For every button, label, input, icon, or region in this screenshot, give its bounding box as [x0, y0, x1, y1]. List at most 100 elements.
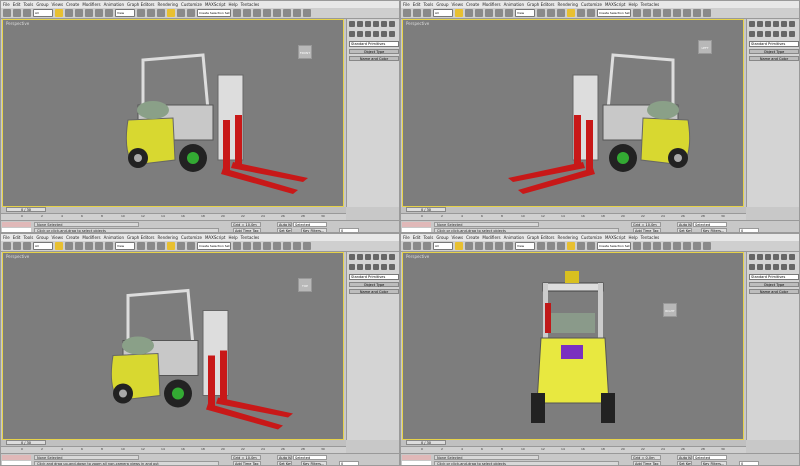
menu-modifiers[interactable]: Modifiers [482, 234, 500, 241]
toolbar-tool-icon[interactable] [187, 242, 195, 250]
menu-customize[interactable]: Customize [181, 234, 202, 241]
menu-help[interactable]: Help [628, 1, 637, 8]
command-tab-icon[interactable] [373, 21, 379, 27]
perspective-viewport[interactable]: Perspective FRONT [2, 19, 344, 207]
toolbar-tool-icon[interactable] [243, 242, 251, 250]
toolbar-tool-icon[interactable] [137, 9, 145, 17]
reference-coordinate-dropdown[interactable]: View [515, 9, 535, 17]
menu-group[interactable]: Group [436, 1, 448, 8]
command-tab-icon[interactable] [389, 254, 395, 260]
object-type-rollout[interactable]: Object Type [349, 282, 399, 287]
command-tab-icon[interactable] [357, 254, 363, 260]
menu-maxscript[interactable]: MAXScript [205, 234, 226, 241]
toolbar-tool-icon[interactable] [587, 242, 595, 250]
viewport-label[interactable]: Perspective [6, 254, 29, 259]
command-tab-icon[interactable] [349, 31, 355, 37]
toolbar-tool-icon[interactable] [283, 242, 291, 250]
menu-create[interactable]: Create [66, 234, 79, 241]
toolbar-tool-icon[interactable] [455, 242, 463, 250]
menu-graph-editors[interactable]: Graph Editors [527, 1, 554, 8]
toolbar-tool-icon[interactable] [653, 9, 661, 17]
toolbar-tool-icon[interactable] [537, 9, 545, 17]
primitive-type-dropdown[interactable]: Standard Primitives [749, 274, 799, 280]
command-tab-icon[interactable] [773, 254, 779, 260]
toolbar-tool-icon[interactable] [65, 242, 73, 250]
primitive-type-dropdown[interactable]: Standard Primitives [349, 274, 399, 280]
menu-create[interactable]: Create [66, 1, 79, 8]
command-tab-icon[interactable] [781, 31, 787, 37]
time-slider[interactable]: 0 / 30 [406, 440, 446, 445]
selection-filter-dropdown[interactable]: All [433, 242, 453, 250]
name-and-color-rollout[interactable]: Name and Color [749, 289, 799, 294]
toolbar-tool-icon[interactable] [495, 242, 503, 250]
command-tab-icon[interactable] [389, 31, 395, 37]
named-selection-dropdown[interactable]: Create Selection Set [197, 9, 231, 17]
toolbar-tool-icon[interactable] [703, 242, 711, 250]
menu-edit[interactable]: Edit [413, 234, 421, 241]
track-bar[interactable]: 0 2 4 6 8 10 12 14 16 18 20 22 24 26 28 30 [1, 446, 346, 453]
toolbar-tool-icon[interactable] [75, 9, 83, 17]
command-tab-icon[interactable] [789, 31, 795, 37]
add-time-tag-button[interactable]: Add Time Tag [633, 461, 661, 465]
command-tab-icon[interactable] [749, 31, 755, 37]
viewport-label[interactable]: Perspective [406, 254, 429, 259]
command-tab-icon[interactable] [373, 264, 379, 270]
object-type-rollout[interactable]: Object Type [749, 49, 799, 54]
track-bar[interactable]: 0 2 4 6 8 10 12 14 16 18 20 22 24 26 28 30 [401, 213, 746, 220]
menu-customize[interactable]: Customize [181, 1, 202, 8]
menu-views[interactable]: Views [452, 234, 464, 241]
toolbar-tool-icon[interactable] [643, 9, 651, 17]
viewcube[interactable]: TOP [298, 278, 312, 292]
command-tab-icon[interactable] [357, 264, 363, 270]
set-key-button[interactable]: Set Key [277, 461, 292, 465]
command-tab-icon[interactable] [765, 31, 771, 37]
toolbar-tool-icon[interactable] [465, 242, 473, 250]
key-filters-button[interactable]: Key Filters... [701, 461, 727, 465]
toolbar-tool-icon[interactable] [673, 9, 681, 17]
reference-coordinate-dropdown[interactable]: View [115, 242, 135, 250]
menu-tools[interactable]: Tools [23, 1, 33, 8]
menu-animation[interactable]: Animation [104, 1, 124, 8]
perspective-viewport[interactable]: Perspective TOP [2, 252, 344, 440]
menu-animation[interactable]: Animation [504, 1, 524, 8]
toolbar-tool-icon[interactable] [157, 242, 165, 250]
menu-maxscript[interactable]: MAXScript [605, 1, 626, 8]
menu-modifiers[interactable]: Modifiers [482, 1, 500, 8]
menu-tentacles[interactable]: Tentacles [641, 234, 660, 241]
menu-group[interactable]: Group [436, 234, 448, 241]
menu-graph-editors[interactable]: Graph Editors [127, 1, 154, 8]
toolbar-tool-icon[interactable] [537, 242, 545, 250]
toolbar-tool-icon[interactable] [663, 9, 671, 17]
add-time-tag-button[interactable]: Add Time Tag [233, 461, 261, 465]
command-tab-icon[interactable] [373, 254, 379, 260]
toolbar-tool-icon[interactable] [55, 9, 63, 17]
command-tab-icon[interactable] [373, 31, 379, 37]
menu-animation[interactable]: Animation [504, 234, 524, 241]
perspective-viewport[interactable]: Perspective LEFT [402, 19, 744, 207]
toolbar-tool-icon[interactable] [643, 242, 651, 250]
toolbar-tool-icon[interactable] [147, 242, 155, 250]
menu-file[interactable]: File [3, 234, 10, 241]
time-slider[interactable]: 0 / 30 [6, 440, 46, 445]
toolbar-tool-icon[interactable] [505, 242, 513, 250]
toolbar-tool-icon[interactable] [105, 242, 113, 250]
command-tab-icon[interactable] [757, 21, 763, 27]
command-tab-icon[interactable] [765, 254, 771, 260]
command-tab-icon[interactable] [749, 264, 755, 270]
menu-rendering[interactable]: Rendering [158, 234, 178, 241]
toolbar-tool-icon[interactable] [3, 9, 11, 17]
object-type-rollout[interactable]: Object Type [749, 282, 799, 287]
menu-animation[interactable]: Animation [104, 234, 124, 241]
toolbar-tool-icon[interactable] [693, 242, 701, 250]
menu-tentacles[interactable]: Tentacles [641, 1, 660, 8]
menu-edit[interactable]: Edit [13, 234, 21, 241]
toolbar-tool-icon[interactable] [577, 9, 585, 17]
toolbar-tool-icon[interactable] [157, 9, 165, 17]
toolbar-tool-icon[interactable] [683, 9, 691, 17]
toolbar-tool-icon[interactable] [177, 242, 185, 250]
toolbar-tool-icon[interactable] [653, 242, 661, 250]
viewport-label[interactable]: Perspective [6, 21, 29, 26]
toolbar-tool-icon[interactable] [273, 242, 281, 250]
selection-filter-dropdown[interactable]: All [33, 242, 53, 250]
toolbar-tool-icon[interactable] [303, 9, 311, 17]
